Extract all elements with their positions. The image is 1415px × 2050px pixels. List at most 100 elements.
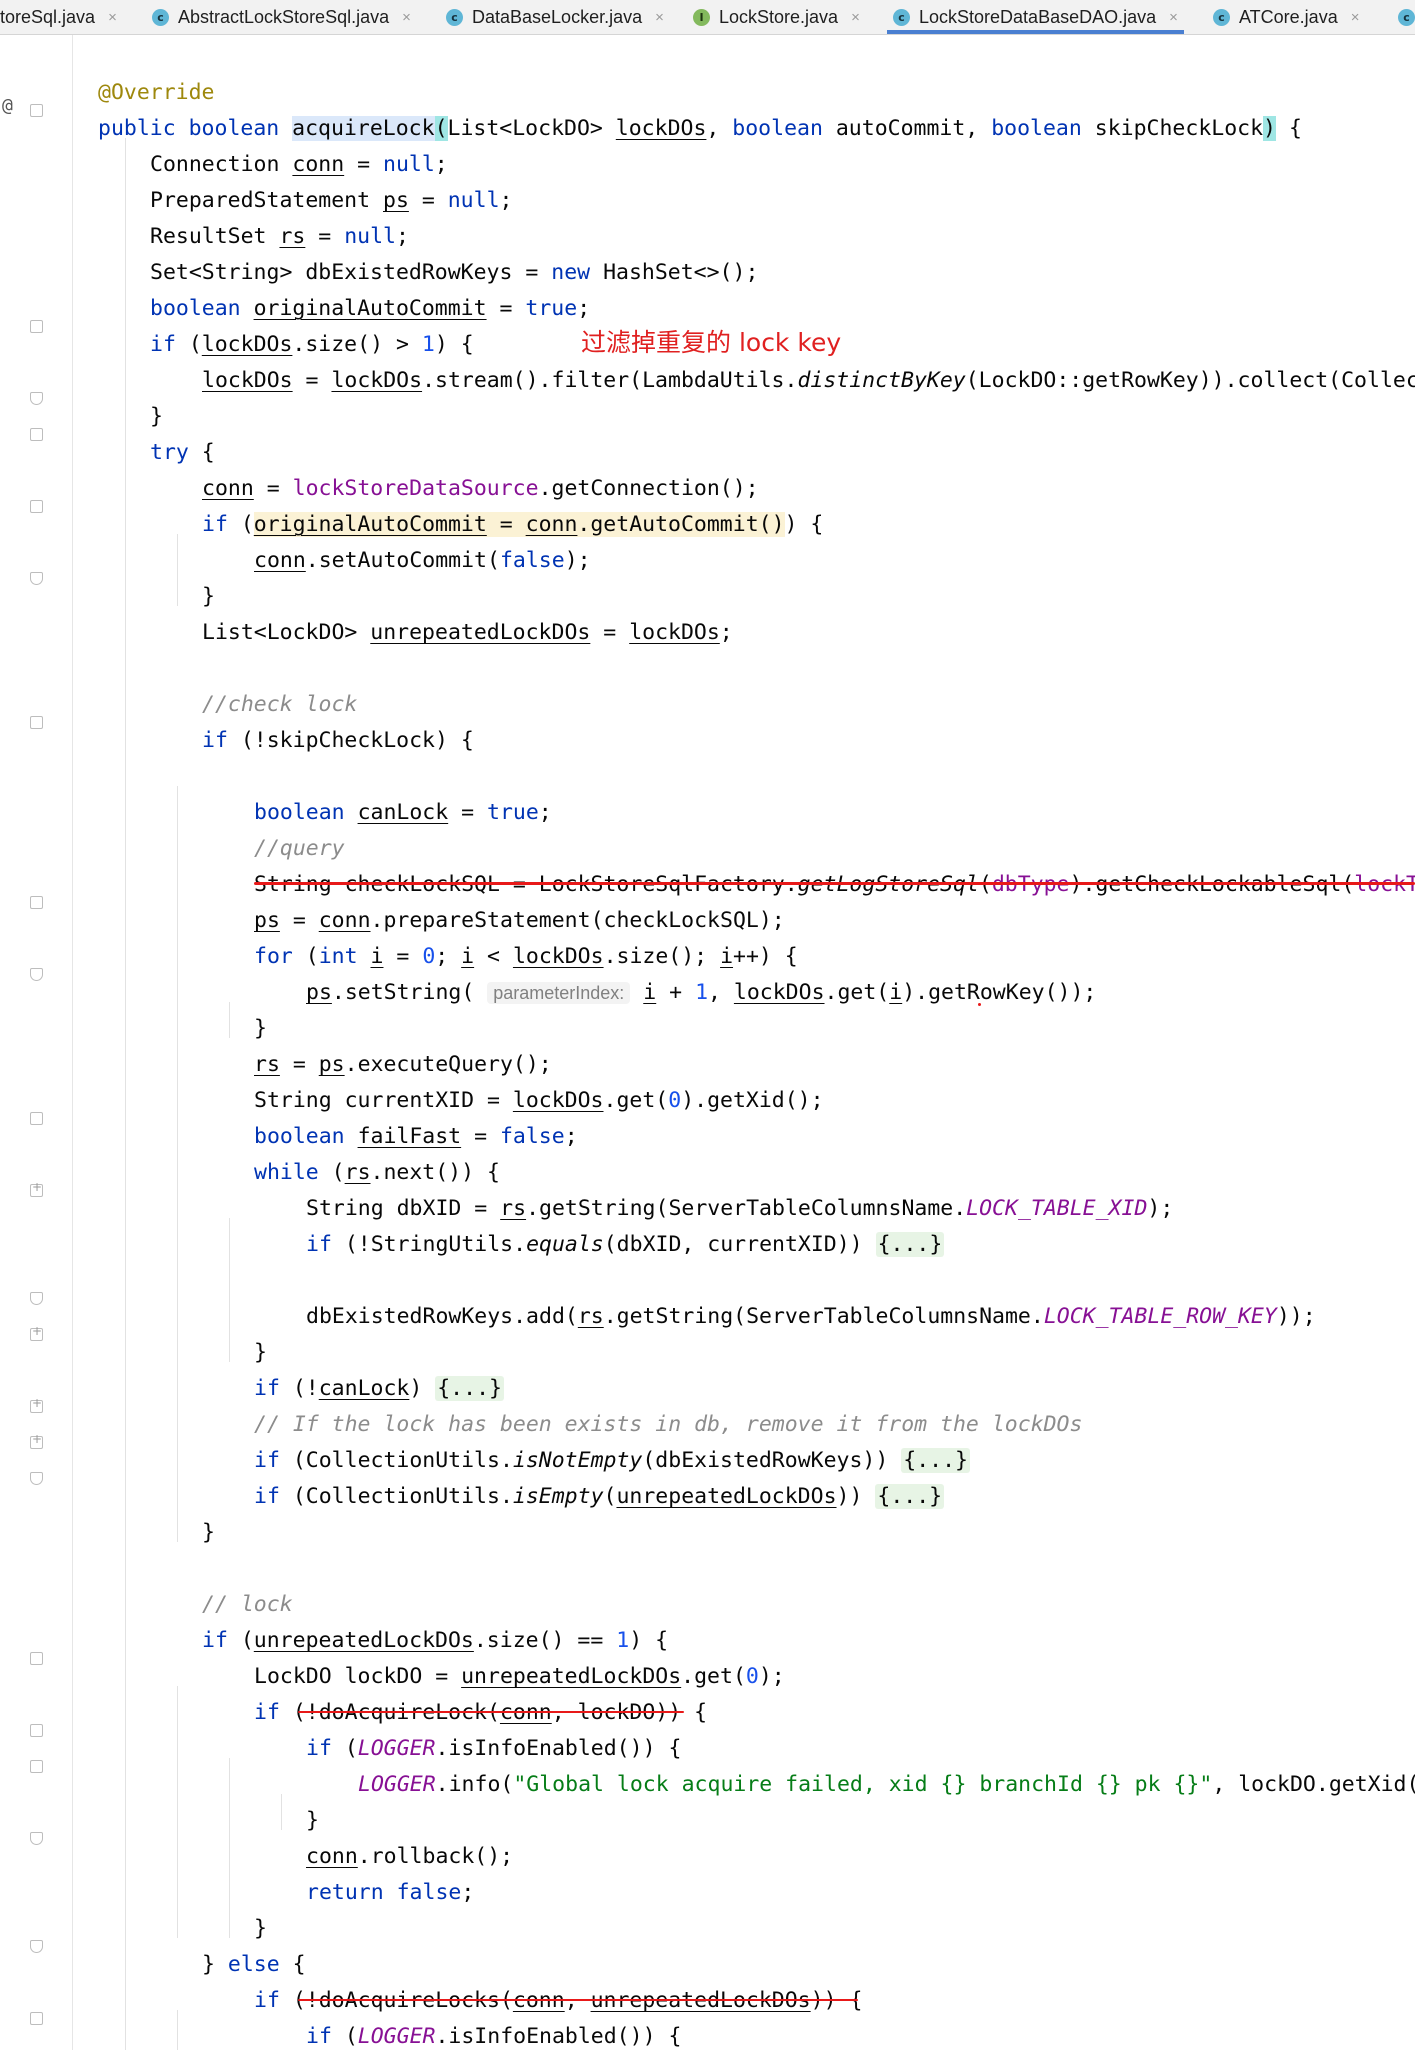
tab-label: AbstractLockStoreSql.java — [178, 6, 390, 27]
fold-end-icon[interactable] — [30, 1832, 43, 1845]
code-line: } — [150, 404, 163, 429]
code-line: try { — [150, 440, 215, 465]
code-line: if (lockDOs.size() > 1) { — [150, 332, 474, 357]
code-line: if (unrepeatedLockDOs.size() == 1) { — [202, 1628, 669, 1653]
tab-label: LockStoreDataBaseDAO.java — [919, 6, 1157, 27]
tab-atcore[interactable]: c ATCore.java × — [1213, 0, 1359, 34]
fold-end-icon[interactable] — [30, 1472, 43, 1485]
tab-abstractlockstoresql[interactable]: c AbstractLockStoreSql.java × — [152, 0, 411, 34]
code-line: String dbXID = rs.getString(ServerTableC… — [306, 1196, 1174, 1221]
close-icon[interactable]: × — [108, 9, 117, 26]
fold-icon[interactable] — [30, 428, 43, 441]
code-line: conn.rollback(); — [306, 1844, 514, 1869]
folded-block[interactable]: {...} — [875, 1484, 945, 1509]
code-line: if (CollectionUtils.isNotEmpty(dbExisted… — [254, 1448, 970, 1473]
fold-icon[interactable] — [30, 896, 43, 909]
fold-icon[interactable] — [30, 320, 43, 333]
code-line: if (!skipCheckLock) { — [202, 728, 474, 753]
code-line: if (LOGGER.isInfoEnabled()) { — [306, 1736, 682, 1761]
code-line: rs = ps.executeQuery(); — [254, 1052, 552, 1077]
folded-block[interactable]: {...} — [435, 1376, 504, 1401]
chinese-annotation-note: 过滤掉重复的 lock key — [581, 328, 842, 357]
code-line: for (int i = 0; i < lockDOs.size(); i++)… — [254, 944, 798, 969]
indent-guide — [281, 1794, 282, 1830]
close-icon[interactable]: × — [1351, 9, 1360, 26]
code-line: } — [202, 1520, 215, 1545]
fold-icon[interactable] — [30, 1724, 43, 1737]
tab-overflow[interactable]: c — [1398, 0, 1415, 34]
indent-guide — [177, 534, 178, 606]
expand-icon[interactable] — [30, 1324, 43, 1341]
tab-lockstore[interactable]: I LockStore.java × — [693, 0, 860, 34]
code-line: } — [306, 1808, 319, 1833]
code-line: String currentXID = lockDOs.get(0).getXi… — [254, 1088, 824, 1113]
fold-end-icon[interactable] — [30, 392, 43, 405]
log-message-string: "Global lock acquire failed, xid {} bran… — [513, 1772, 1213, 1797]
close-icon[interactable]: × — [1169, 9, 1178, 26]
method-name[interactable]: acquireLock — [292, 116, 435, 141]
code-line: if (originalAutoCommit = conn.getAutoCom… — [202, 512, 824, 537]
fold-end-icon[interactable] — [30, 1292, 43, 1305]
code-comment: // If the lock has been exists in db, re… — [254, 1412, 1083, 1437]
class-icon: c — [1213, 8, 1230, 26]
expand-icon[interactable] — [30, 1396, 43, 1413]
override-gutter-icon[interactable]: @ — [2, 95, 13, 116]
expand-icon[interactable] — [30, 1432, 43, 1449]
fold-icon[interactable] — [30, 500, 43, 513]
red-mark-dot — [978, 1003, 981, 1006]
red-underline-doacquirelock — [298, 1711, 684, 1713]
close-icon[interactable]: × — [851, 9, 860, 26]
code-line: lockDOs = lockDOs.stream().filter(Lambda… — [202, 368, 1415, 393]
close-icon[interactable]: × — [655, 9, 664, 26]
red-underline-checklocksql — [254, 882, 1415, 885]
code-line: if (!canLock) {...} — [254, 1376, 504, 1401]
code-line: } — [202, 584, 215, 609]
class-icon: c — [1398, 8, 1415, 26]
code-line: } — [254, 1016, 267, 1041]
fold-end-icon[interactable] — [30, 572, 43, 585]
parameter-hint: parameterIndex: — [487, 982, 631, 1004]
interface-icon: I — [693, 8, 710, 26]
tab-label: LockStore.java — [719, 6, 839, 27]
code-line: conn.setAutoCommit(false); — [254, 548, 591, 573]
code-line: if (CollectionUtils.isEmpty(unrepeatedLo… — [254, 1484, 945, 1509]
tab-label: toreSql.java — [0, 6, 96, 27]
code-line: if (!doAcquireLocks(conn, unrepeatedLock… — [254, 1988, 863, 2013]
code-line: ResultSet rs = null; — [150, 224, 409, 249]
tab-lockstoresql[interactable]: toreSql.java × — [0, 0, 117, 34]
indent-guide — [125, 138, 126, 2050]
fold-icon[interactable] — [30, 2012, 43, 2025]
code-line: PreparedStatement ps = null; — [150, 188, 513, 213]
code-line: List<LockDO> unrepeatedLockDOs = lockDOs… — [202, 620, 733, 645]
class-icon: c — [446, 8, 463, 26]
folded-block[interactable]: {...} — [901, 1448, 970, 1473]
fold-end-icon[interactable] — [30, 968, 43, 981]
indent-guide — [177, 2010, 178, 2050]
expand-icon[interactable] — [30, 1180, 43, 1197]
code-line: } else { — [202, 1952, 306, 1977]
fold-icon[interactable] — [30, 1760, 43, 1773]
code-line: dbExistedRowKeys.add(rs.getString(Server… — [306, 1304, 1316, 1329]
indent-guide — [229, 1002, 230, 1038]
code-line: ps = conn.prepareStatement(checkLockSQL)… — [254, 908, 785, 933]
fold-icon[interactable] — [30, 1112, 43, 1125]
folded-block[interactable]: {...} — [875, 1232, 945, 1257]
code-line: if (LOGGER.isInfoEnabled()) { — [306, 2024, 682, 2049]
tab-lockstoredatabasedao[interactable]: c LockStoreDataBaseDAO.java × — [887, 0, 1184, 34]
fold-icon[interactable] — [30, 1652, 43, 1665]
indent-guide — [229, 1758, 230, 1938]
tab-databaselocker[interactable]: c DataBaseLocker.java × — [446, 0, 664, 34]
code-line: Set<String> dbExistedRowKeys = new HashS… — [150, 260, 759, 285]
code-line-method-signature: public boolean acquireLock(List<LockDO> … — [98, 116, 1302, 141]
code-editor[interactable]: @Override public boolean acquireLock(Lis… — [73, 35, 1415, 2050]
code-line: String checkLockSQL = LockStoreSqlFactor… — [254, 867, 1415, 903]
code-comment: //check lock — [202, 692, 358, 717]
fold-end-icon[interactable] — [30, 1940, 43, 1953]
fold-icon[interactable] — [30, 716, 43, 729]
fold-icon[interactable] — [30, 104, 43, 117]
close-icon[interactable]: × — [402, 9, 411, 26]
editor-tab-bar: toreSql.java × c AbstractLockStoreSql.ja… — [0, 0, 1415, 35]
code-line: } — [254, 1340, 267, 1365]
code-line: if (!doAcquireLock(conn, lockDO)) { — [254, 1700, 708, 1725]
code-line: while (rs.next()) { — [254, 1160, 500, 1185]
